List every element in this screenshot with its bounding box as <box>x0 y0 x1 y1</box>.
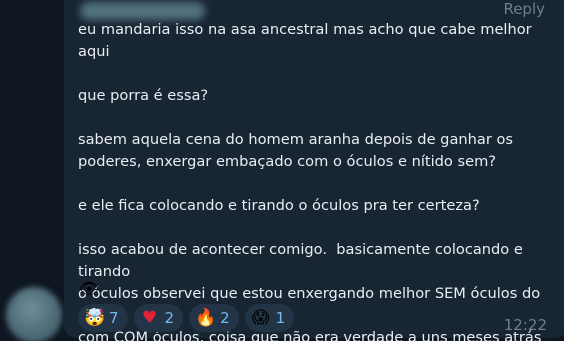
reaction-count: 1 <box>275 309 286 327</box>
heart-icon: ♥ <box>141 308 158 328</box>
mind-blown-icon: 🤯 <box>84 308 106 328</box>
reaction-scream[interactable]: 😱 1 <box>244 304 295 332</box>
chat-screen: Reply eu mandaria isso na asa ancestral … <box>0 0 564 341</box>
reply-button[interactable]: Reply <box>503 0 545 18</box>
reaction-count: 2 <box>164 309 175 327</box>
scream-icon: 😱 <box>251 308 270 328</box>
reaction-count: 7 <box>109 309 119 327</box>
reactions-bar: 🤯 7 ♥ 2 🔥 2 😱 1 <box>78 304 295 332</box>
reaction-count: 2 <box>220 309 230 327</box>
reaction-heart[interactable]: ♥ 2 <box>133 304 184 332</box>
sender-avatar[interactable] <box>6 287 62 341</box>
sender-name-redacted[interactable] <box>80 2 205 20</box>
eye-icon: 👁 <box>79 279 100 298</box>
message-text: eu mandaria isso na asa ancestral mas ac… <box>78 19 554 341</box>
message-paragraph: e ele fica colocando e tirando o óculos … <box>78 197 480 214</box>
message-paragraph: que porra é essa? <box>78 87 209 104</box>
fire-icon: 🔥 <box>195 308 217 328</box>
message-paragraph: eu mandaria isso na asa ancestral mas ac… <box>78 21 537 60</box>
message-paragraph: sabem aquela cena do homem aranha depois… <box>78 131 514 170</box>
reaction-mind-blown[interactable]: 🤯 7 <box>78 304 128 332</box>
reaction-fire[interactable]: 🔥 2 <box>189 304 239 332</box>
message-timestamp: 12:22 <box>503 316 547 334</box>
